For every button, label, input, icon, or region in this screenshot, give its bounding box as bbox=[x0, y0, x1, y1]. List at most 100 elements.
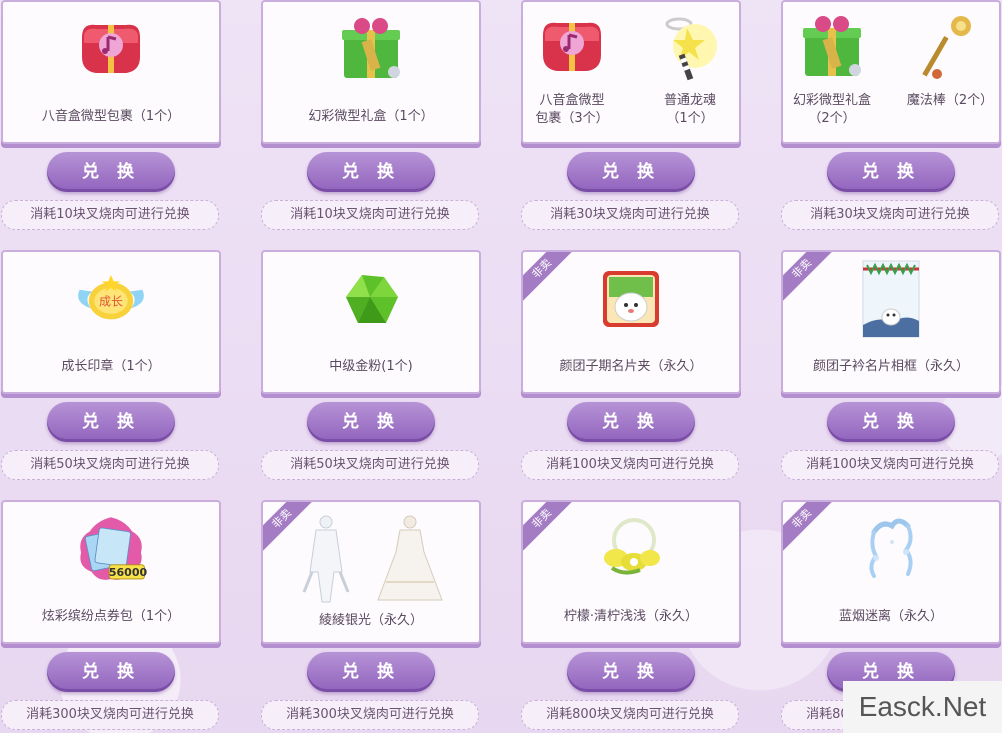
reward-label: 颜团子衿名片相框（永久） bbox=[812, 359, 969, 374]
cost-note: 消耗300块叉烧肉可进行兑换 bbox=[261, 700, 479, 730]
reward-item: 颜团子期名片夹（永久） bbox=[526, 262, 736, 382]
cost-note: 消耗30块叉烧肉可进行兑换 bbox=[781, 200, 999, 230]
reward-item: 幻彩微型礼盒（1个） bbox=[266, 12, 476, 132]
reward-item: 八音盒微型包裹（1个） bbox=[6, 12, 216, 132]
cost-note: 消耗10块叉烧肉可进行兑换 bbox=[261, 200, 479, 230]
reward-item: 幻彩微型礼盒 （2个） bbox=[783, 12, 881, 132]
reward-items: 蓝烟迷离（永久） bbox=[783, 512, 999, 632]
magic-wand-icon bbox=[913, 12, 987, 82]
exchange-cell: 非卖 綾綾银光（永久） 兑 换消耗300块叉烧肉可进行兑换 bbox=[261, 500, 481, 730]
reward-card: 非卖 颜团子衿名片相框（永久） bbox=[781, 250, 1001, 394]
exchange-button[interactable]: 兑 换 bbox=[307, 152, 435, 192]
exchange-button[interactable]: 兑 换 bbox=[307, 652, 435, 692]
exchange-cell: 幻彩微型礼盒 （2个） 魔法棒（2个） 兑 换消耗30块叉烧肉可进行兑换 bbox=[781, 0, 1001, 230]
outfit-icon bbox=[286, 512, 456, 608]
cost-note: 消耗30块叉烧肉可进行兑换 bbox=[521, 200, 739, 230]
cost-note: 消耗100块叉烧肉可进行兑换 bbox=[781, 450, 999, 480]
exchange-grid: 八音盒微型包裹（1个）兑 换消耗10块叉烧肉可进行兑换 幻彩微型礼盒（1个）兑 换… bbox=[0, 0, 1002, 733]
music-box-icon bbox=[535, 12, 609, 82]
exchange-button[interactable]: 兑 换 bbox=[567, 652, 695, 692]
photo-frame-icon bbox=[854, 260, 928, 338]
reward-label: 八音盒微型 包裹（3个） bbox=[535, 93, 609, 126]
reward-item: 成长成长印章（1个） bbox=[6, 262, 216, 382]
coupon-amount: 56000 bbox=[108, 565, 148, 579]
cost-note: 消耗10块叉烧肉可进行兑换 bbox=[1, 200, 219, 230]
reward-card: 中级金粉(1个) bbox=[261, 250, 481, 394]
reward-item: 綾綾银光（永久） bbox=[266, 512, 476, 632]
reward-label: 幻彩微型礼盒 （2个） bbox=[792, 93, 871, 126]
exchange-cell: 中级金粉(1个) 兑 换消耗50块叉烧肉可进行兑换 bbox=[261, 250, 481, 480]
cost-note: 消耗50块叉烧肉可进行兑换 bbox=[261, 450, 479, 480]
reward-label: 中级金粉(1个) bbox=[329, 359, 413, 374]
reward-label: 炫彩缤纷点券包（1个） bbox=[41, 609, 181, 624]
reward-items: 八音盒微型 包裹（3个） 普通龙魂 （1个） bbox=[523, 12, 739, 132]
exchange-button[interactable]: 兑 换 bbox=[567, 402, 695, 442]
reward-label: 普通龙魂 （1个） bbox=[663, 93, 716, 126]
exchange-cell: 非卖 颜团子期名片夹（永久） 兑 换消耗100块叉烧肉可进行兑换 bbox=[521, 250, 741, 480]
reward-item: 中级金粉(1个) bbox=[266, 262, 476, 382]
dragon-soul-icon bbox=[653, 12, 727, 82]
reward-label: 綾綾银光（永久） bbox=[318, 613, 423, 628]
exchange-button[interactable]: 兑 换 bbox=[567, 152, 695, 192]
reward-items: 颜团子期名片夹（永久） bbox=[523, 262, 739, 382]
reward-item: 蓝烟迷离（永久） bbox=[786, 512, 996, 632]
reward-card: 幻彩微型礼盒 （2个） 魔法棒（2个） bbox=[781, 0, 1001, 144]
coupon-pack-icon: 56000 bbox=[74, 512, 148, 586]
gift-box-icon bbox=[795, 12, 869, 82]
reward-items: 幻彩微型礼盒 （2个） 魔法棒（2个） bbox=[783, 12, 999, 132]
reward-label: 八音盒微型包裹（1个） bbox=[41, 109, 181, 124]
exchange-button[interactable]: 兑 换 bbox=[47, 652, 175, 692]
reward-items: 56000 炫彩缤纷点券包（1个） bbox=[3, 512, 219, 632]
reward-item: 颜团子衿名片相框（永久） bbox=[786, 260, 996, 382]
cost-note: 消耗300块叉烧肉可进行兑换 bbox=[1, 700, 219, 730]
lemon-accessory-icon bbox=[594, 512, 668, 586]
exchange-button[interactable]: 兑 换 bbox=[47, 152, 175, 192]
reward-item: 柠檬·清柠浅浅（永久） bbox=[526, 512, 736, 632]
reward-items: 柠檬·清柠浅浅（永久） bbox=[523, 512, 739, 632]
reward-item: 56000 炫彩缤纷点券包（1个） bbox=[6, 512, 216, 632]
reward-label: 蓝烟迷离（永久） bbox=[838, 609, 943, 624]
reward-items: 綾綾银光（永久） bbox=[263, 512, 479, 632]
reward-item: 普通龙魂 （1个） bbox=[641, 12, 739, 132]
reward-items: 幻彩微型礼盒（1个） bbox=[263, 12, 479, 132]
reward-card: 幻彩微型礼盒（1个） bbox=[261, 0, 481, 144]
card-holder-icon bbox=[594, 262, 668, 336]
reward-card: 非卖 綾綾银光（永久） bbox=[261, 500, 481, 644]
reward-item: 八音盒微型 包裹（3个） bbox=[523, 12, 621, 132]
reward-item: 魔法棒（2个） bbox=[901, 12, 999, 132]
svg-text:成长: 成长 bbox=[99, 294, 123, 308]
reward-label: 柠檬·清柠浅浅（永久） bbox=[563, 609, 699, 624]
reward-card: 八音盒微型 包裹（3个） 普通龙魂 （1个） bbox=[521, 0, 741, 144]
reward-label: 颜团子期名片夹（永久） bbox=[559, 359, 703, 374]
reward-label: 幻彩微型礼盒（1个） bbox=[308, 109, 434, 124]
exchange-cell: 非卖 柠檬·清柠浅浅（永久） 兑 换消耗800块叉烧肉可进行兑换 bbox=[521, 500, 741, 730]
reward-items: 中级金粉(1个) bbox=[263, 262, 479, 382]
exchange-cell: 56000 炫彩缤纷点券包（1个） 兑 换消耗300块叉烧肉可进行兑换 bbox=[1, 500, 221, 730]
reward-label: 魔法棒（2个） bbox=[906, 93, 994, 108]
cost-note: 消耗50块叉烧肉可进行兑换 bbox=[1, 450, 219, 480]
exchange-button[interactable]: 兑 换 bbox=[827, 152, 955, 192]
reward-card: 八音盒微型包裹（1个） bbox=[1, 0, 221, 144]
blue-smoke-icon bbox=[854, 512, 928, 586]
reward-card: 非卖 颜团子期名片夹（永久） bbox=[521, 250, 741, 394]
gift-box-icon bbox=[334, 12, 408, 86]
exchange-button[interactable]: 兑 换 bbox=[307, 402, 435, 442]
cost-note: 消耗800块叉烧肉可进行兑换 bbox=[521, 700, 739, 730]
growth-seal-icon: 成长 bbox=[74, 262, 148, 336]
exchange-button[interactable]: 兑 换 bbox=[827, 402, 955, 442]
reward-items: 颜团子衿名片相框（永久） bbox=[783, 260, 999, 382]
music-box-icon bbox=[74, 12, 148, 86]
exchange-cell: 非卖 颜团子衿名片相框（永久） 兑 换消耗100块叉烧肉可进行兑换 bbox=[781, 250, 1001, 480]
cost-note: 消耗100块叉烧肉可进行兑换 bbox=[521, 450, 739, 480]
reward-label: 成长印章（1个） bbox=[61, 359, 161, 374]
green-crystal-icon bbox=[334, 262, 408, 336]
exchange-cell: 幻彩微型礼盒（1个） 兑 换消耗10块叉烧肉可进行兑换 bbox=[261, 0, 481, 230]
reward-card: 非卖 柠檬·清柠浅浅（永久） bbox=[521, 500, 741, 644]
exchange-cell: 八音盒微型 包裹（3个） 普通龙魂 （1个） 兑 换消耗30块叉烧肉可进行兑换 bbox=[521, 0, 741, 230]
exchange-cell: 八音盒微型包裹（1个） 兑 换消耗10块叉烧肉可进行兑换 bbox=[1, 0, 221, 230]
watermark: Easck.Net bbox=[843, 681, 1002, 733]
reward-card: 非卖 蓝烟迷离（永久） bbox=[781, 500, 1001, 644]
reward-card: 56000 炫彩缤纷点券包（1个） bbox=[1, 500, 221, 644]
exchange-button[interactable]: 兑 换 bbox=[47, 402, 175, 442]
exchange-cell: 成长成长印章（1个） 兑 换消耗50块叉烧肉可进行兑换 bbox=[1, 250, 221, 480]
